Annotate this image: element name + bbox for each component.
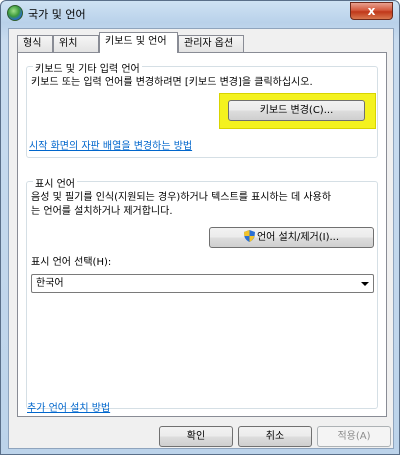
display-language-group: 표시 언어 음성 및 필기를 인식(지원되는 경우)하거나 텍스트를 표시하는 … [26, 175, 378, 409]
keyboards-description: 키보드 또는 입력 언어를 변경하려면 [키보드 변경]을 클릭하십시오. [31, 77, 313, 88]
display-language-select[interactable]: 한국어 [31, 274, 374, 293]
install-uninstall-label: 언어 설치/제거(I)... [256, 232, 340, 243]
ok-button[interactable]: 확인 [159, 426, 233, 447]
tab-administrative[interactable]: 관리자 옵션 [178, 35, 244, 52]
window-title: 국가 및 언어 [28, 8, 86, 21]
display-language-group-title: 표시 언어 [33, 175, 77, 190]
tab-keyboards-and-languages[interactable]: 키보드 및 언어 [99, 32, 178, 53]
keyboards-group: 키보드 및 기타 입력 언어 키보드 또는 입력 언어를 변경하려면 [키보드 … [26, 60, 378, 158]
install-uninstall-languages-button[interactable]: 언어 설치/제거(I)... [209, 227, 374, 248]
tab-panel: 키보드 및 기타 입력 언어 키보드 또는 입력 언어를 변경하려면 [키보드 … [17, 52, 387, 417]
globe-icon [7, 5, 23, 21]
close-button[interactable]: x [350, 2, 393, 20]
keyboards-group-title: 키보드 및 기타 입력 언어 [33, 60, 142, 75]
dialog-window: 국가 및 언어 x 형식 위치 키보드 및 언어 관리자 옵션 키보드 및 기타… [0, 0, 400, 455]
uac-shield-icon [243, 230, 255, 242]
display-language-selected-value: 한국어 [36, 278, 64, 289]
display-language-description-line2: 는 언어를 설치하거나 제거합니다. [31, 206, 173, 217]
apply-button[interactable]: 적용(A) [317, 426, 391, 447]
display-language-select-label: 표시 언어 선택(H): [31, 257, 112, 268]
change-keyboards-button[interactable]: 키보드 변경(C)... [228, 100, 365, 121]
welcome-screen-keyboard-link[interactable]: 시작 화면의 자판 배열을 변경하는 방법 [29, 137, 192, 152]
client-area: 형식 위치 키보드 및 언어 관리자 옵션 키보드 및 기타 입력 언어 키보드… [8, 28, 394, 449]
tab-formats[interactable]: 형식 [17, 35, 53, 52]
cancel-button[interactable]: 취소 [238, 426, 312, 447]
chevron-down-icon [361, 282, 369, 286]
install-other-languages-link[interactable]: 추가 언어 설치 방법 [27, 399, 110, 414]
tab-location[interactable]: 위치 [53, 35, 99, 52]
title-bar[interactable]: 국가 및 언어 x [1, 1, 399, 25]
display-language-description-line1: 음성 및 필기를 인식(지원되는 경우)하거나 텍스트를 표시하는 데 사용하 [31, 192, 332, 203]
